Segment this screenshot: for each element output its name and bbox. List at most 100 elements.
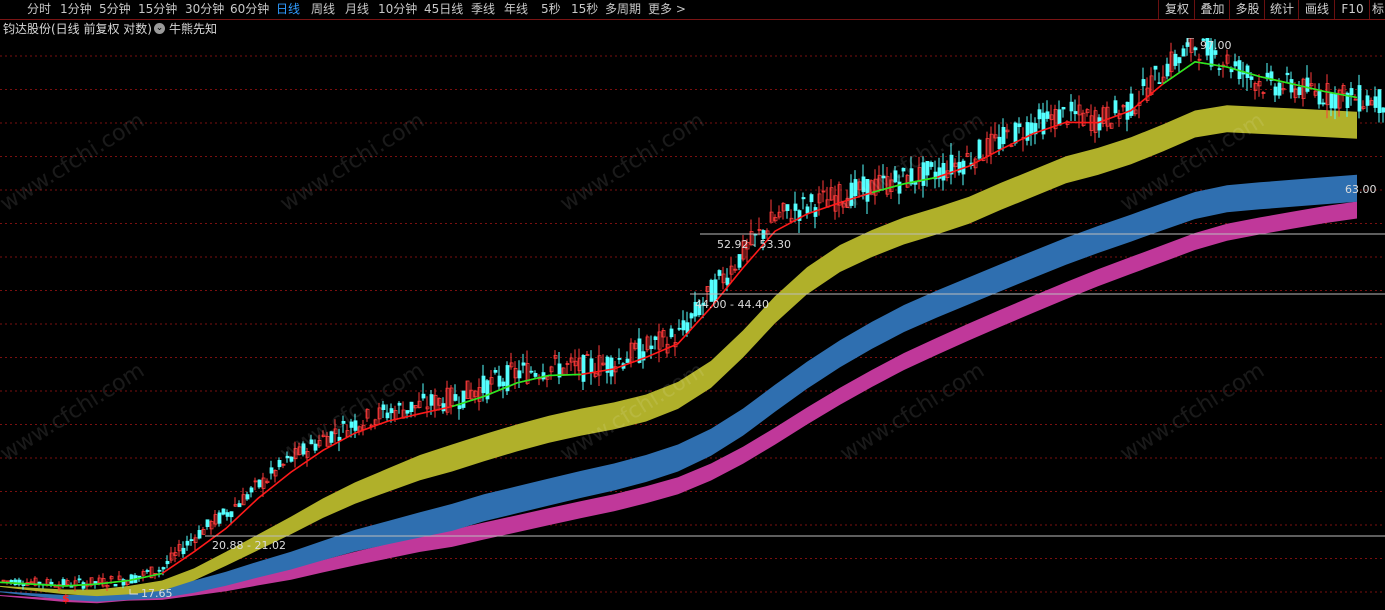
candle-body — [301, 443, 306, 455]
candle-body — [1233, 61, 1238, 67]
period-tab-3[interactable]: 15分钟 — [138, 1, 177, 18]
candle-body — [329, 431, 334, 443]
period-tab-13[interactable]: 5秒 — [541, 1, 561, 18]
period-tab-2[interactable]: 5分钟 — [99, 1, 131, 18]
candle-body — [93, 581, 98, 584]
candle-body — [801, 197, 806, 200]
candle-body — [1373, 96, 1378, 108]
period-tab-9[interactable]: 10分钟 — [378, 1, 417, 18]
period-tab-12[interactable]: 年线 — [504, 1, 528, 18]
period-tab-4[interactable]: 30分钟 — [185, 1, 224, 18]
candle-body — [625, 358, 630, 363]
candle-body — [809, 194, 814, 203]
toolbar-button-3[interactable]: 统计 — [1264, 0, 1299, 19]
candle-body — [1377, 89, 1382, 113]
toolbar-button-6[interactable]: 标 — [1369, 0, 1385, 19]
candle-body — [221, 508, 226, 515]
candle-body — [925, 160, 930, 176]
candle-body — [881, 175, 886, 179]
candle-body — [589, 358, 594, 373]
candle-body — [341, 420, 346, 424]
candle-body — [1305, 77, 1310, 92]
candle-body — [1037, 109, 1042, 120]
candle-body — [49, 581, 54, 585]
candle-body — [1217, 68, 1222, 70]
candle-body — [9, 580, 14, 583]
candle-body — [1321, 102, 1326, 105]
chevron-down-icon[interactable]: ⌄ — [154, 23, 165, 34]
candle-body — [921, 162, 926, 186]
period-tab-16[interactable]: 更多 > — [648, 1, 686, 18]
candle-body — [185, 540, 190, 546]
candle-body — [453, 394, 458, 401]
period-tab-8[interactable]: 月线 — [345, 1, 369, 18]
candle-body — [457, 405, 462, 410]
candle-body — [421, 393, 426, 399]
candle-body — [409, 401, 414, 413]
candle-body — [501, 381, 506, 387]
indicator-name[interactable]: 牛熊先知 — [169, 20, 217, 38]
candle-body — [165, 561, 170, 565]
candle-body — [77, 578, 82, 581]
period-tab-10[interactable]: 45日线 — [424, 1, 463, 18]
level-label-2: 44.00 - 44.40 — [695, 298, 769, 311]
candle-body — [309, 439, 314, 445]
toolbar-button-1[interactable]: 叠加 — [1194, 0, 1230, 19]
candle-body — [1297, 87, 1302, 95]
period-tab-6[interactable]: 日线 — [276, 1, 300, 18]
period-tab-15[interactable]: 多周期 — [605, 1, 641, 18]
candle-body — [725, 277, 730, 285]
toolbar-button-0[interactable]: 复权 — [1158, 0, 1195, 19]
candle-body — [609, 357, 614, 377]
candle-body — [849, 182, 854, 206]
toolbar-button-4[interactable]: 画线 — [1298, 0, 1335, 19]
candle-body — [349, 421, 354, 428]
candle-body — [689, 313, 694, 319]
candle-body — [497, 375, 502, 387]
toolbar-button-5[interactable]: F10 — [1334, 0, 1370, 19]
period-tab-5[interactable]: 60分钟 — [230, 1, 269, 18]
candle-body — [529, 370, 534, 373]
candle-body — [941, 162, 946, 181]
candle-body — [229, 511, 234, 518]
candle-body — [1013, 122, 1018, 144]
candle-body — [581, 354, 586, 382]
candle-body — [1285, 72, 1290, 76]
candle-body — [1289, 79, 1294, 93]
toolbar-button-2[interactable]: 多股 — [1229, 0, 1265, 19]
buy-signal-marker: $ — [62, 592, 70, 605]
candle-body — [1273, 86, 1278, 96]
candle-body — [313, 443, 318, 451]
candle-body — [893, 170, 898, 183]
high-price-label: 97.00 — [1200, 39, 1232, 52]
price-chart[interactable]: 97.00 17.65 20.88 - 21.02 44.00 - 44.40 52.9… — [0, 25, 1385, 606]
candle-body — [1165, 63, 1170, 77]
candle-body — [441, 403, 446, 412]
level-label-4: 63.00 — [1345, 183, 1377, 196]
candle-body — [21, 584, 26, 587]
candle-body — [793, 203, 798, 211]
candle-body — [1061, 107, 1066, 110]
candle-body — [517, 370, 522, 379]
period-tab-1[interactable]: 1分钟 — [60, 1, 92, 18]
candle-body — [405, 410, 410, 414]
candle-body — [653, 336, 658, 340]
candle-body — [1097, 117, 1102, 131]
candle-body — [277, 459, 282, 468]
candle-body — [1365, 95, 1370, 106]
period-tab-11[interactable]: 季线 — [471, 1, 495, 18]
candle-body — [977, 139, 982, 159]
candle-body — [1001, 127, 1006, 145]
candle-body — [197, 530, 202, 539]
candle-body — [669, 328, 674, 338]
period-tab-14[interactable]: 15秒 — [571, 1, 598, 18]
period-tab-0[interactable]: 分时 — [27, 1, 51, 18]
candle-body — [1057, 109, 1062, 126]
candle-body — [1045, 111, 1050, 119]
candle-body — [1157, 82, 1162, 84]
candle-body — [681, 320, 686, 331]
period-tab-7[interactable]: 周线 — [311, 1, 335, 18]
candle-body — [161, 567, 166, 570]
candle-body — [677, 327, 682, 330]
candle-body — [429, 394, 434, 406]
